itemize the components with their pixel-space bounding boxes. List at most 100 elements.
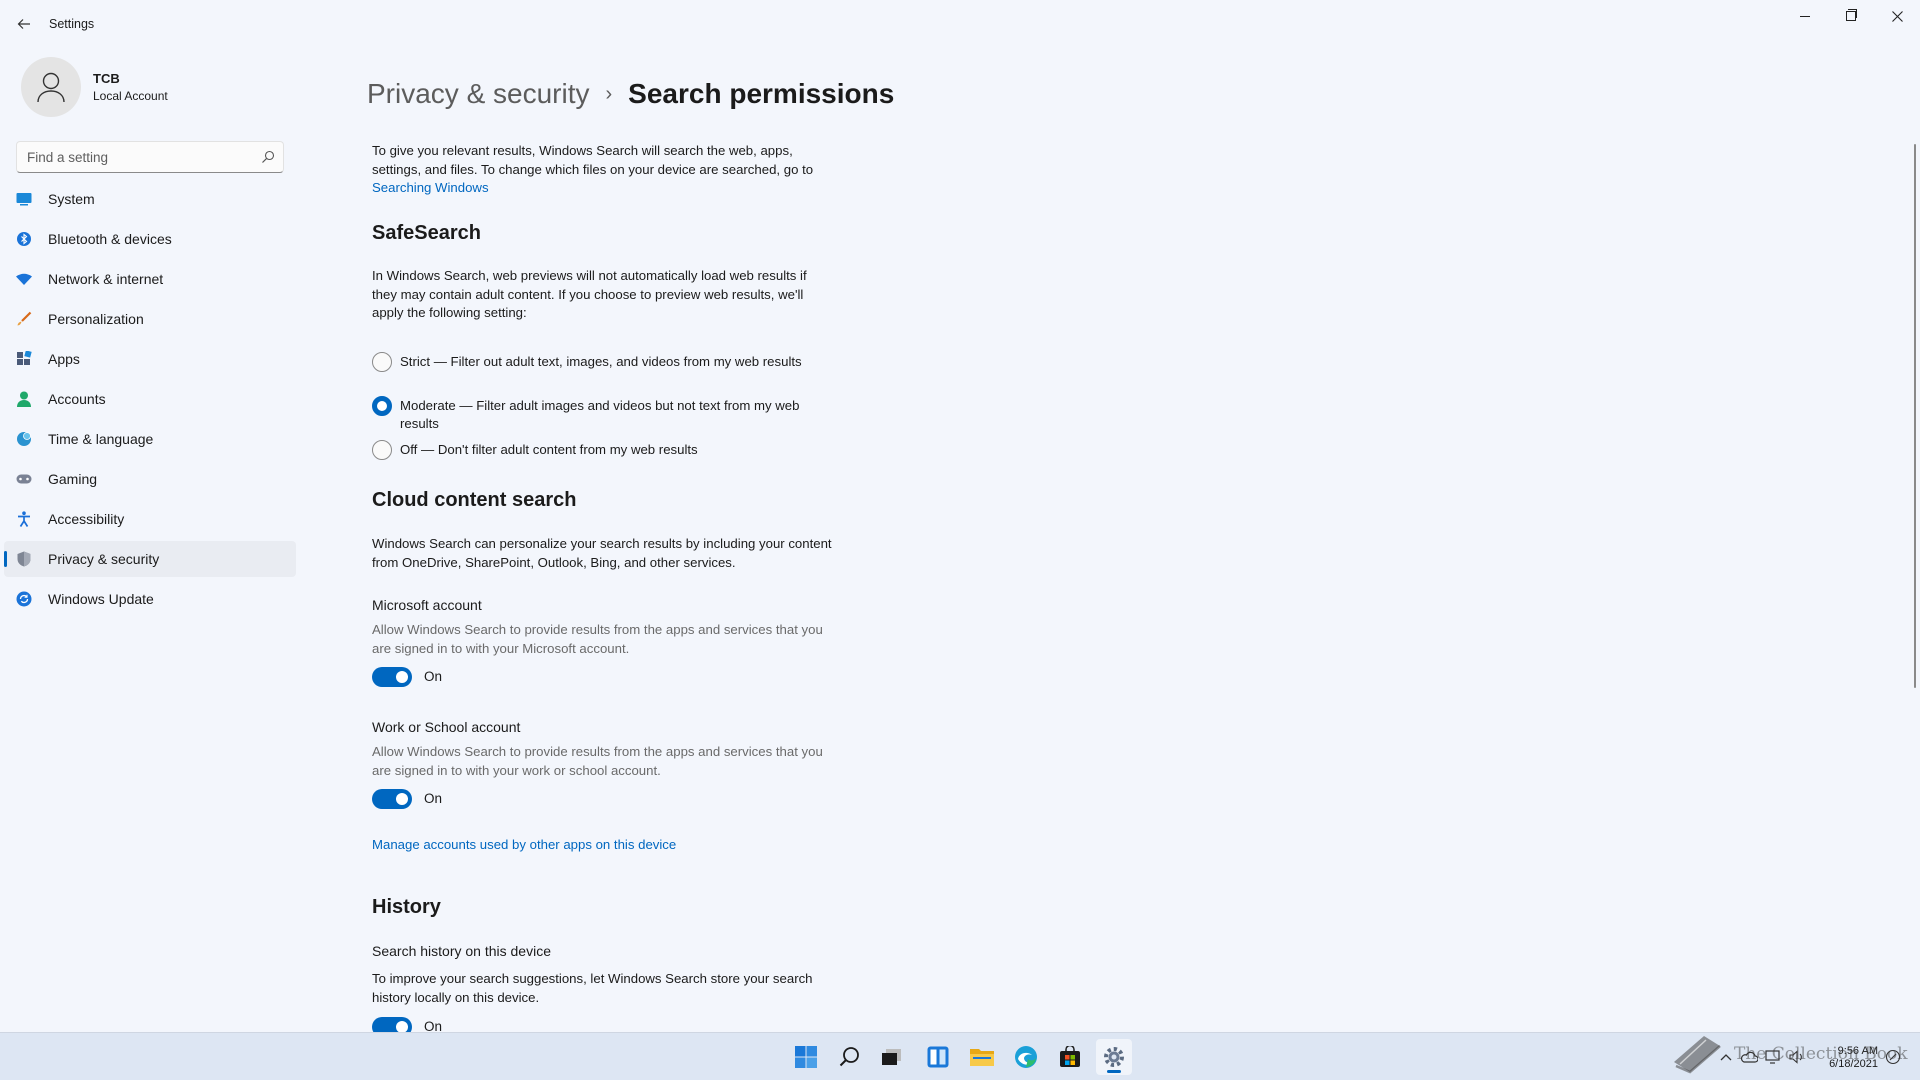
globe-clock-icon [16, 431, 32, 447]
minimize-icon [1800, 15, 1810, 17]
file-explorer-icon [970, 1049, 994, 1066]
work-school-account-toggle-row[interactable]: On [372, 789, 572, 809]
sidebar-item-system[interactable]: System [4, 181, 296, 217]
scrollbar-thumb[interactable] [1914, 144, 1916, 688]
person-icon [37, 72, 65, 103]
window-title: Settings [49, 17, 95, 31]
strict-radio[interactable] [372, 352, 392, 372]
page-title: Search permissions [628, 78, 895, 109]
update-icon [16, 591, 32, 607]
intro-text: To give you relevant results, Windows Se… [372, 143, 814, 177]
restore-icon [1846, 9, 1857, 21]
minimize-button[interactable] [1782, 0, 1828, 32]
close-icon [1891, 10, 1903, 22]
work-school-account-title: Work or School account [372, 719, 521, 735]
manage-accounts-link[interactable]: Manage accounts used by other apps on th… [372, 837, 676, 852]
microsoft-account-description: Allow Windows Search to provide results … [372, 622, 823, 656]
back-button[interactable] [12, 12, 36, 36]
breadcrumb-parent-link[interactable]: Privacy & security [367, 78, 590, 109]
sidebar-item-label: Personalization [48, 311, 144, 327]
radio-label: Strict — Filter out adult text, images, … [400, 354, 802, 369]
file-explorer-button[interactable] [964, 1039, 1000, 1075]
notification-icon [1885, 1049, 1901, 1065]
task-view-button[interactable] [874, 1039, 910, 1075]
breadcrumb-separator: › [605, 83, 613, 105]
sidebar-item-accounts[interactable]: Accounts [4, 381, 296, 417]
clock-time: 9:56 AM [1837, 1045, 1878, 1057]
sidebar-nav: System Bluetooth & devices Network & int… [4, 181, 296, 621]
store-icon [1060, 1046, 1080, 1067]
sidebar-item-windows-update[interactable]: Windows Update [4, 581, 296, 617]
toggle-state-label: On [424, 669, 443, 684]
moderate-radio[interactable] [372, 396, 392, 416]
search-icon [839, 1047, 859, 1067]
onedrive-button[interactable] [1738, 1033, 1760, 1080]
microsoft-account-toggle-row[interactable]: On [372, 667, 572, 687]
cloud-content-heading: Cloud content search [372, 489, 577, 511]
settings-button[interactable] [1096, 1039, 1132, 1075]
work-school-account-toggle[interactable] [372, 789, 412, 809]
widgets-icon [927, 1046, 949, 1068]
search-icon[interactable] [261, 150, 275, 164]
sidebar-item-label: Network & internet [48, 271, 164, 287]
searching-windows-link[interactable]: Searching Windows [372, 180, 489, 195]
gamepad-icon [16, 471, 32, 487]
sidebar-item-label: Accounts [48, 391, 106, 407]
network-button[interactable] [1762, 1033, 1784, 1080]
sidebar-item-bluetooth[interactable]: Bluetooth & devices [4, 221, 296, 257]
person-icon [16, 391, 32, 407]
restore-button[interactable] [1828, 0, 1874, 32]
edge-button[interactable] [1008, 1039, 1044, 1075]
sidebar-item-gaming[interactable]: Gaming [4, 461, 296, 497]
settings-icon [1104, 1047, 1124, 1067]
cloud-content-description: Windows Search can personalize your sear… [372, 536, 832, 570]
taskbar-search-button[interactable] [832, 1039, 868, 1075]
radio-label: Off — Don't filter adult content from my… [400, 442, 698, 457]
safesearch-description: In Windows Search, web previews will not… [372, 268, 807, 320]
network-icon [1765, 1050, 1780, 1064]
microsoft-account-toggle[interactable] [372, 667, 412, 687]
wifi-icon [16, 271, 32, 287]
sidebar-item-apps[interactable]: Apps [4, 341, 296, 377]
bluetooth-icon [16, 231, 32, 247]
clock-date: 6/18/2021 [1829, 1058, 1878, 1070]
sidebar-item-time-language[interactable]: Time & language [4, 421, 296, 457]
sidebar-item-network[interactable]: Network & internet [4, 261, 296, 297]
search-box[interactable] [16, 141, 284, 173]
widgets-button[interactable] [920, 1039, 956, 1075]
cloud-icon [1740, 1051, 1758, 1063]
breadcrumb: Privacy & security › Search permissions [367, 78, 894, 110]
taskbar: 9:56 AM 6/18/2021 [0, 1032, 1920, 1080]
apps-icon [16, 351, 32, 367]
store-button[interactable] [1052, 1039, 1088, 1075]
history-heading: History [372, 896, 441, 918]
start-button[interactable] [788, 1039, 824, 1075]
taskbar-clock[interactable]: 9:56 AM 6/18/2021 [1818, 1045, 1878, 1071]
chevron-up-icon [1720, 1054, 1732, 1061]
work-school-account-description: Allow Windows Search to provide results … [372, 744, 823, 778]
title-bar: Settings [0, 0, 1920, 48]
sidebar-item-label: Privacy & security [48, 551, 160, 567]
accessibility-icon [16, 511, 32, 527]
intro-text-block: To give you relevant results, Windows Se… [372, 142, 832, 198]
sidebar-item-personalization[interactable]: Personalization [4, 301, 296, 337]
notifications-button[interactable] [1880, 1033, 1906, 1080]
microsoft-account-title: Microsoft account [372, 597, 482, 613]
task-view-icon [882, 1049, 901, 1065]
search-history-title: Search history on this device [372, 943, 551, 959]
volume-button[interactable] [1786, 1033, 1808, 1080]
search-input[interactable] [17, 142, 253, 172]
sidebar-item-label: Apps [48, 351, 80, 367]
sidebar-item-accessibility[interactable]: Accessibility [4, 501, 296, 537]
sidebar-item-label: System [48, 191, 95, 207]
show-hidden-icons-button[interactable] [1716, 1033, 1736, 1080]
manage-accounts-link-row: Manage accounts used by other apps on th… [372, 836, 832, 855]
sidebar-item-label: Gaming [48, 471, 98, 487]
avatar [21, 57, 81, 117]
start-icon [795, 1046, 817, 1068]
off-radio[interactable] [372, 440, 392, 460]
user-name: TCB [93, 71, 120, 86]
sidebar-item-privacy-security[interactable]: Privacy & security [4, 541, 296, 577]
shield-icon [16, 551, 32, 567]
close-button[interactable] [1874, 0, 1920, 32]
